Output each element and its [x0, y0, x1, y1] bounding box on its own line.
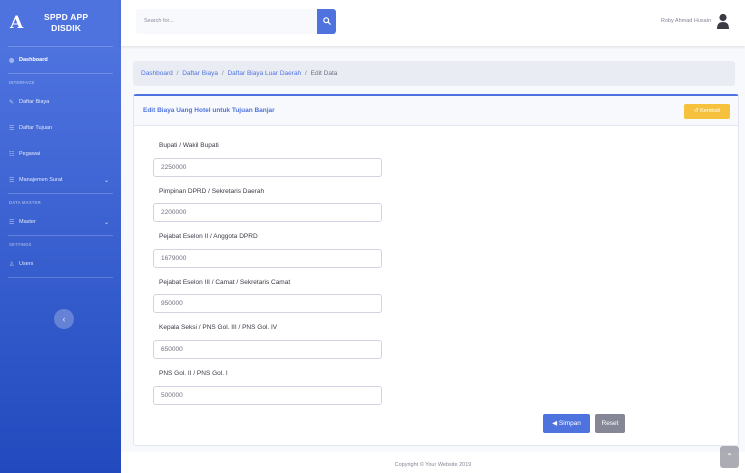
search-input[interactable]: Search for...: [136, 9, 317, 34]
user-name[interactable]: Roby Ahmad Husain: [661, 18, 711, 24]
breadcrumb-item-luar-daerah[interactable]: Daftar Biaya Luar Daerah: [227, 70, 301, 77]
field-input-eselon-ii[interactable]: 1679000: [153, 249, 382, 268]
save-button[interactable]: ◀ Simpan: [543, 414, 590, 433]
user-avatar-icon[interactable]: [716, 13, 730, 29]
breadcrumb-separator: /: [176, 70, 179, 77]
field-input-eselon-iii[interactable]: 950000: [153, 294, 382, 313]
sidebar-item-manajemen-surat[interactable]: ☰ Manajemen Surat ⌄: [0, 167, 121, 193]
sidebar-heading-settings: SETTINGS: [9, 242, 32, 247]
chevron-down-icon: ⌄: [103, 219, 109, 226]
sidebar-item-dashboard[interactable]: ◍ Dashboard: [0, 47, 121, 73]
table-icon: ☰: [9, 219, 15, 226]
card-header: Edit Biaya Uang Hotel untuk Tujuan Banja…: [134, 96, 738, 126]
sidebar-item-master[interactable]: ☰ Master ⌄: [0, 209, 121, 235]
sidebar-item-label: Daftar Biaya: [19, 99, 50, 105]
send-icon: ◀: [552, 420, 558, 427]
topbar: Search for... Roby Ahmad Husain: [121, 0, 745, 46]
sidebar-divider: [8, 277, 113, 278]
breadcrumb-current: Edit Data: [310, 70, 338, 77]
field-label-pns-gol-ii: PNS Gol. II / PNS Gol. I: [159, 370, 228, 377]
field-label-eselon-ii: Pejabat Eselon II / Anggota DPRD: [159, 233, 258, 240]
sidebar-item-users[interactable]: ♙ Users: [0, 251, 121, 277]
field-input-pimpinan-dprd[interactable]: 2200000: [153, 203, 382, 222]
sidebar-item-label: Manajemen Surat: [19, 177, 63, 183]
field-label-bupati: Bupati / Wakil Bupati: [159, 142, 219, 149]
brand-logo: A: [10, 13, 24, 33]
chevron-up-icon: ⌃: [726, 452, 733, 461]
brand-title: SPPD APP: [44, 12, 89, 22]
sidebar: A SPPD APP DISDIK ◍ Dashboard INTERFACE …: [0, 0, 121, 473]
sidebar-item-label: Master: [19, 219, 36, 225]
sidebar-item-label: Daftar Tujuan: [19, 125, 53, 131]
breadcrumb-item-dashboard[interactable]: Dashboard: [141, 70, 173, 77]
save-button-label: Simpan: [558, 420, 581, 427]
sidebar-heading-data-master: DATA MASTER: [9, 200, 41, 205]
sidebar-item-pegawai[interactable]: ☷ Pegawai: [0, 141, 121, 167]
folder-icon: ☰: [9, 177, 15, 184]
field-label-eselon-iii: Pejabat Eselon III / Camat / Sekretaris …: [159, 279, 291, 286]
scroll-to-top-button[interactable]: ⌃: [720, 446, 739, 468]
copyright-text: Copyright © Your Website 2019: [394, 462, 472, 468]
chevron-down-icon: ⌄: [103, 177, 109, 184]
brand-subtitle: DISDIK: [51, 23, 82, 33]
field-input-bupati[interactable]: 2250000: [153, 158, 382, 177]
list-icon: ☰: [9, 125, 15, 132]
sidebar-item-daftar-tujuan[interactable]: ☰ Daftar Tujuan: [0, 115, 121, 141]
field-label-pimpinan-dprd: Pimpinan DPRD / Sekretaris Daerah: [159, 188, 265, 195]
sidebar-item-label: Dashboard: [19, 57, 48, 63]
search-icon: [322, 17, 331, 25]
sidebar-heading-interface: INTERFACE: [9, 80, 35, 85]
back-button[interactable]: ↺ Kembali: [684, 104, 730, 119]
card-title: Edit Biaya Uang Hotel untuk Tujuan Banja…: [143, 107, 275, 114]
sidebar-item-label: Pegawai: [19, 151, 41, 157]
breadcrumb-separator: /: [305, 70, 307, 77]
undo-icon: ↺: [693, 108, 699, 114]
field-input-pns-gol-ii[interactable]: 500000: [153, 386, 382, 405]
dashboard-icon: ◍: [9, 57, 15, 64]
reset-button[interactable]: Reset: [595, 414, 625, 433]
tag-icon: ✎: [9, 99, 15, 106]
field-input-kepala-seksi[interactable]: 650000: [153, 340, 382, 359]
user-icon: ♙: [9, 261, 15, 268]
breadcrumb-separator: /: [221, 70, 224, 77]
sidebar-toggle-button[interactable]: ‹: [54, 309, 74, 329]
search-button[interactable]: [317, 9, 336, 34]
sidebar-item-daftar-biaya[interactable]: ✎ Daftar Biaya: [0, 89, 121, 115]
sidebar-brand[interactable]: A SPPD APP DISDIK: [0, 0, 121, 46]
footer: Copyright © Your Website 2019: [121, 452, 745, 473]
users-icon: ☷: [9, 151, 15, 158]
brand-text: SPPD APP DISDIK: [44, 12, 88, 34]
back-button-label: Kembali: [700, 108, 720, 114]
breadcrumb: Dashboard / Daftar Biaya / Daftar Biaya …: [133, 61, 735, 86]
field-label-kepala-seksi: Kepala Seksi / PNS Gol. III / PNS Gol. I…: [159, 324, 278, 331]
sidebar-item-label: Users: [19, 261, 34, 267]
breadcrumb-item-daftar-biaya[interactable]: Daftar Biaya: [182, 70, 218, 77]
